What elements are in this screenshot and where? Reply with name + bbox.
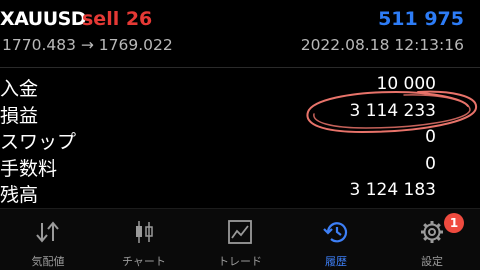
detail-value: 10 000	[376, 74, 436, 94]
deal-id: 511 975	[378, 8, 464, 30]
detail-label: 手数料	[0, 157, 58, 180]
deal-symbol: XAUUSD	[0, 8, 87, 30]
tab-settings[interactable]: 1 設定	[384, 209, 480, 270]
detail-label: スワップ	[0, 131, 77, 153]
deal-prices: 1770.483 → 1769.022	[2, 36, 173, 54]
tab-trade[interactable]: トレード	[192, 209, 288, 270]
detail-label: 残高	[0, 184, 39, 206]
detail-label: 損益	[0, 104, 39, 127]
bottom-tab-bar: 気配値 チャート トレード 履歴 1 設定	[0, 208, 480, 270]
detail-row-profit: 損益 3 114 233	[0, 99, 480, 127]
tab-chart[interactable]: チャート	[96, 209, 192, 270]
detail-row-swap: スワップ 0	[0, 125, 480, 153]
detail-row-balance: 残高 3 124 183	[0, 178, 480, 206]
deal-header[interactable]: XAUUSD sell 26 511 975 1770.483 → 1769.0…	[0, 0, 480, 66]
notification-badge: 1	[444, 213, 464, 233]
detail-value: 3 114 233	[349, 100, 436, 121]
history-icon	[323, 222, 348, 243]
header-divider	[0, 67, 480, 68]
tab-label: チャート	[122, 255, 166, 268]
deal-datetime: 2022.08.18 12:13:16	[300, 36, 464, 54]
detail-value: 0	[425, 127, 436, 147]
deal-price-row: 1770.483 → 1769.022 2022.08.18 12:13:16	[0, 36, 472, 58]
detail-label: 入金	[0, 78, 39, 100]
detail-row-commission: 手数料 0	[0, 152, 480, 180]
detail-value: 0	[425, 153, 436, 174]
deal-details: 入金 10 000 損益 3 114 233 スワップ 0 手数料 0 残高 3…	[0, 72, 480, 206]
arrows-updown-icon	[36, 221, 59, 243]
tab-history[interactable]: 履歴	[288, 209, 384, 270]
gear-icon	[421, 221, 443, 243]
detail-value: 3 124 183	[349, 180, 436, 200]
tab-quotes[interactable]: 気配値	[0, 209, 96, 270]
line-chart-icon	[228, 220, 252, 244]
tab-label: 設定	[421, 255, 443, 268]
deal-history-screen: XAUUSD sell 26 511 975 1770.483 → 1769.0…	[0, 0, 480, 270]
tab-label: 気配値	[31, 255, 65, 268]
detail-row-deposit: 入金 10 000	[0, 72, 480, 100]
tab-label: トレード	[218, 255, 262, 268]
tab-label: 履歴	[325, 255, 347, 268]
candlestick-icon	[136, 221, 153, 243]
deal-type: sell 26	[82, 8, 153, 30]
deal-title-row: XAUUSD sell 26 511 975	[0, 8, 472, 34]
